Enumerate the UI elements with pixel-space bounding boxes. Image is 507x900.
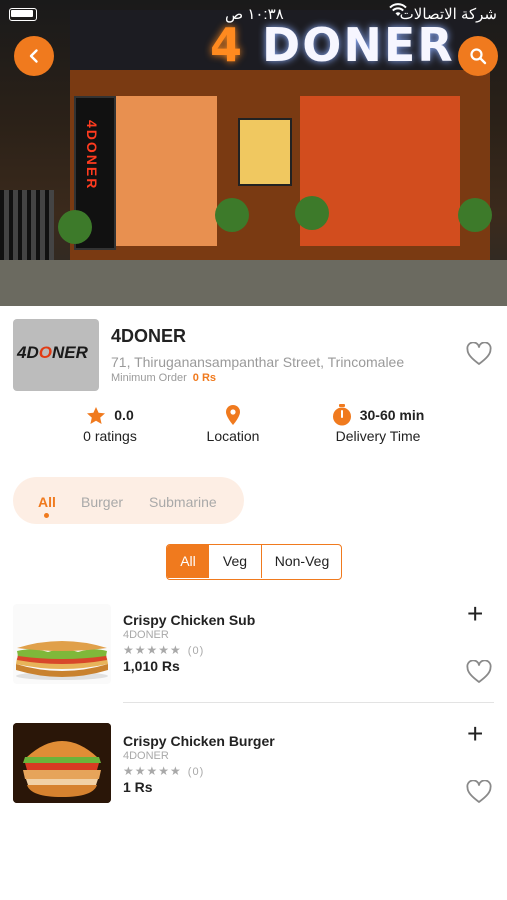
search-button[interactable] [458, 36, 498, 76]
tab-all[interactable]: All [38, 494, 56, 510]
back-button[interactable] [14, 36, 54, 76]
star-icon [87, 406, 106, 424]
filter-all[interactable]: All [167, 545, 209, 578]
status-time: ١٠:٣٨ ص [225, 6, 284, 23]
shop-window-left [112, 96, 217, 246]
menu-item[interactable]: Crispy Chicken Sub 4DONER ★★★★★ (0) 1,010… [0, 600, 507, 700]
delivery-time-value: 30-60 min [359, 407, 425, 423]
restaurant-logo-text: 4DONER [17, 343, 88, 362]
restaurant-name: 4DONER [111, 326, 187, 346]
plant [458, 198, 492, 232]
favorite-item-button[interactable] [466, 779, 492, 809]
sign-pillar-text: 4DONER [84, 120, 100, 191]
item-name: Crispy Chicken Sub [123, 612, 256, 628]
heart-icon [466, 341, 492, 365]
item-divider [123, 702, 494, 703]
item-price: 1 Rs [123, 779, 153, 795]
rating-stat: 0.0 0 ratings [70, 404, 150, 444]
delivery-time-label: Delivery Time [335, 428, 421, 444]
chevron-left-icon [29, 49, 38, 63]
filter-veg[interactable]: Veg [209, 545, 262, 578]
item-rating: ★★★★★ (0) [123, 643, 204, 657]
item-image-sub [13, 604, 111, 684]
favorite-restaurant-button[interactable] [466, 341, 492, 371]
item-price: 1,010 Rs [123, 658, 180, 674]
restaurant-cover-photo: 4 DONER 4DONER [0, 0, 507, 306]
plus-icon: + [467, 718, 484, 749]
heart-icon [466, 779, 492, 803]
rating-label: 0 ratings [83, 428, 137, 444]
delivery-time-stat: 30-60 min Delivery Time [322, 404, 434, 444]
tab-burger[interactable]: Burger [81, 494, 123, 510]
location-stat[interactable]: Location [193, 404, 273, 444]
diet-filter: All Veg Non-Veg [166, 544, 342, 580]
pavement [0, 260, 507, 306]
timer-icon [332, 404, 351, 426]
item-rating: ★★★★★ (0) [123, 764, 204, 778]
status-carrier: شركة الاتصالات [399, 6, 497, 23]
minimum-order: Minimum Order 0 Rs [111, 372, 216, 384]
minimum-order-label: Minimum Order [111, 372, 187, 384]
plant [295, 196, 329, 230]
heart-icon [466, 659, 492, 683]
status-bar: ١٠:٣٨ ص شركة الاتصالات [0, 0, 507, 28]
tab-submarine[interactable]: Submarine [149, 494, 217, 510]
sub-sandwich-image [16, 641, 108, 680]
plus-icon: + [467, 598, 484, 629]
item-restaurant: 4DONER [123, 750, 169, 762]
burger-image [13, 723, 111, 803]
menu-poster [238, 118, 292, 186]
rating-count: (0) [187, 766, 205, 778]
star-icons: ★★★★★ [123, 643, 182, 657]
plant [58, 210, 92, 244]
restaurant-stats: 0.0 0 ratings Location 30-60 min Deliver… [0, 404, 507, 454]
location-pin-icon [226, 405, 240, 425]
active-tab-indicator [44, 513, 49, 518]
restaurant-logo: 4DONER [13, 319, 99, 391]
add-item-button[interactable]: + [467, 720, 483, 748]
rating-value: 0.0 [114, 407, 134, 423]
restaurant-address: 71, Thiruganansampanthar Street, Trincom… [111, 354, 405, 370]
filter-non-veg[interactable]: Non-Veg [263, 545, 341, 578]
star-icons: ★★★★★ [123, 764, 182, 778]
battery-icon [9, 8, 37, 21]
plant [215, 198, 249, 232]
item-restaurant: 4DONER [123, 629, 169, 641]
location-label: Location [206, 428, 260, 444]
favorite-item-button[interactable] [466, 659, 492, 689]
menu-item[interactable]: Crispy Chicken Burger 4DONER ★★★★★ (0) 1 … [0, 720, 507, 820]
item-image-burger [13, 723, 111, 803]
search-icon [470, 48, 487, 65]
category-tabs: All Burger Submarine [13, 477, 244, 524]
minimum-order-value: 0 Rs [192, 372, 217, 384]
item-name: Crispy Chicken Burger [123, 733, 275, 749]
rating-count: (0) [187, 645, 205, 657]
add-item-button[interactable]: + [467, 600, 483, 628]
